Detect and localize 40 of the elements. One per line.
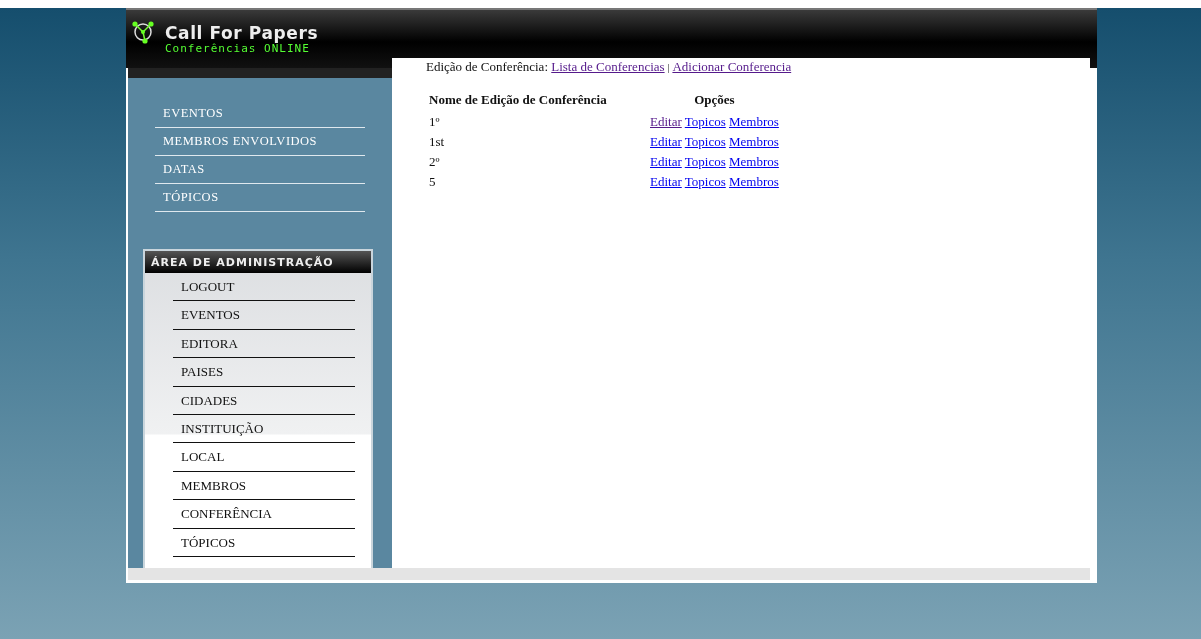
admin-menu-link[interactable]: PAISES — [173, 358, 355, 387]
link[interactable]: Editar — [650, 174, 682, 189]
link[interactable]: Adicionar Conferencia — [672, 59, 792, 74]
admin-menu-link[interactable]: CONFERÊNCIA — [173, 500, 355, 529]
link[interactable]: Editar — [650, 134, 682, 149]
admin-menu-link[interactable]: EVENTOS — [173, 301, 355, 330]
table-cell: 2º — [429, 154, 440, 169]
separator: | — [667, 62, 670, 73]
table-cell: 5 — [429, 174, 436, 189]
link[interactable]: Topicos — [684, 114, 726, 129]
site-subtitle: Conferências ONLINE — [165, 43, 310, 55]
admin-panel-title: ÁREA DE ADMINISTRAÇÃO — [145, 251, 371, 273]
admin-menu-link[interactable]: TÓPICOS — [173, 528, 355, 558]
link[interactable]: Topicos — [684, 154, 726, 169]
column-header: Opções — [694, 92, 735, 107]
link[interactable]: Membros — [729, 114, 779, 129]
admin-menu-link[interactable]: LOGOUT — [173, 273, 355, 302]
table-cell: 1º — [429, 114, 440, 129]
link[interactable]: Topicos — [684, 134, 726, 149]
link[interactable]: Topicos — [684, 174, 726, 189]
nav-link[interactable]: TÓPICOS — [155, 184, 365, 212]
link[interactable]: Lista de Conferencias — [551, 59, 665, 74]
admin-menu-link[interactable]: LOCAL — [173, 443, 355, 472]
admin-menu-link[interactable]: EDITORA — [173, 329, 355, 359]
admin-menu-link[interactable]: CIDADES — [173, 386, 355, 416]
site-title: Call For Papers — [165, 24, 319, 43]
link[interactable]: Membros — [729, 134, 779, 149]
column-header: Nome de Edição de Conferência — [429, 92, 607, 107]
link[interactable]: Membros — [729, 174, 779, 189]
table-cell: 1st — [429, 134, 445, 149]
nav-link[interactable]: MEMBROS ENVOLVIDOS — [155, 128, 365, 156]
nav-link[interactable]: DATAS — [155, 156, 365, 184]
link[interactable]: Editar — [650, 114, 682, 129]
link[interactable]: Membros — [729, 154, 779, 169]
nav-link[interactable]: EVENTOS — [155, 100, 365, 128]
admin-menu-link[interactable]: MEMBROS — [173, 471, 355, 501]
breadcrumb-label: Edição de Conferência: — [426, 59, 548, 74]
molecule-logo-icon — [132, 21, 154, 45]
admin-menu-link[interactable]: INSTITUIÇÃO — [173, 415, 355, 444]
link[interactable]: Editar — [650, 154, 682, 169]
